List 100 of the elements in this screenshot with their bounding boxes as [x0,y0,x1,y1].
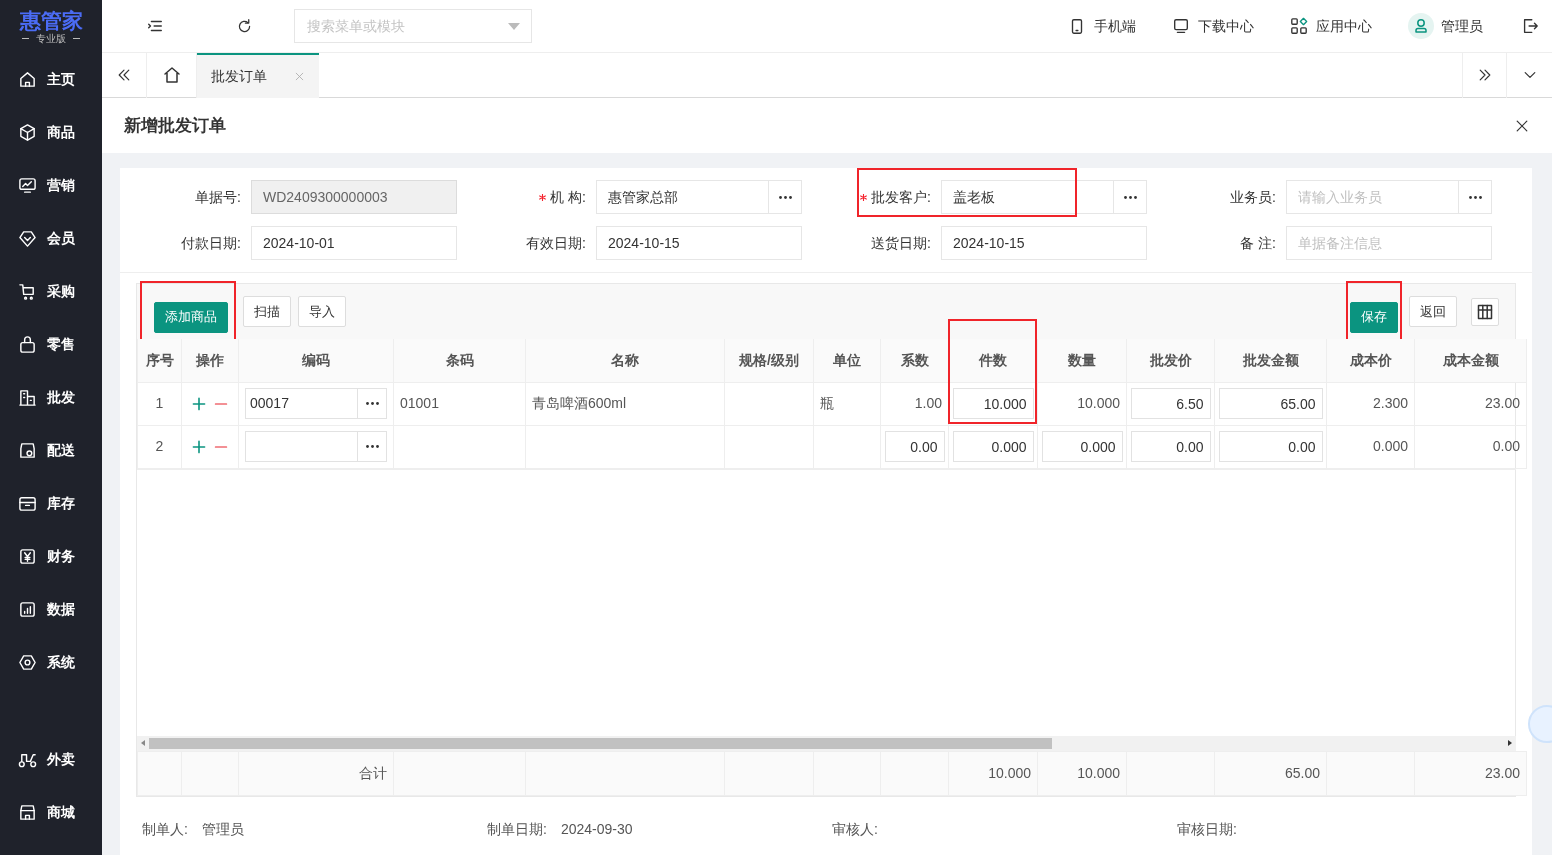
user-avatar-icon [1408,13,1434,39]
sidebar-item[interactable]: 商城 [0,786,102,839]
sidebar-item[interactable]: 系统 [0,636,102,689]
column-header[interactable]: 成本金额 [1414,339,1527,382]
search-field[interactable]: 搜索菜单或模块 [294,9,532,43]
header-link[interactable]: 下载中心 [1172,15,1254,37]
table-cell: 0.00 [1414,425,1527,468]
input-field[interactable]: WD2409300000003 [251,180,457,214]
field-label: 批发客户: [871,187,931,207]
table-cell: 2 [137,425,182,468]
column-header[interactable]: 规格/级别 [724,339,814,382]
input-field[interactable]: 0.000 [952,431,1034,462]
sidebar-item[interactable]: 采购 [0,265,102,318]
shop-icon [18,803,37,822]
ellipsis-icon [1468,195,1482,199]
input-field[interactable] [245,431,358,462]
input-field[interactable]: 0.000 [1041,431,1123,462]
user-name[interactable]: 管理员 [1441,15,1483,37]
ellipsis-icon [365,402,379,405]
sidebar-item[interactable]: 商品 [0,106,102,159]
add-icon[interactable] [191,396,207,413]
column-header[interactable]: 操作 [181,339,239,382]
input-field[interactable]: 惠管家总部 [596,180,769,214]
field-label: 机 构: [550,187,586,207]
column-header[interactable]: 序号 [137,339,182,382]
sidebar-item[interactable]: 零售 [0,318,102,371]
add-icon[interactable] [191,439,207,456]
toolbar-button[interactable]: 扫描 [243,296,291,327]
sidebar-item[interactable]: 配送 [0,424,102,477]
field-label: 付款日期: [181,233,241,253]
ellipsis-icon [1123,195,1137,199]
double-left-icon[interactable] [116,67,132,83]
column-header[interactable]: 数量 [1037,339,1127,382]
header-link[interactable]: 手机端 [1068,15,1136,37]
column-header[interactable]: 名称 [525,339,725,382]
input-field[interactable]: 65.00 [1218,388,1323,419]
column-header[interactable]: 成本价 [1326,339,1415,382]
meta-value: 管理员 [201,819,244,839]
field-label: 备 注: [1240,233,1276,253]
more-button[interactable] [1114,180,1147,214]
field-label: 送货日期: [871,233,931,253]
table-cell: 2.300 [1326,382,1415,425]
sidebar-item[interactable]: 财务 [0,530,102,583]
table-cell: 青岛啤酒600ml [525,382,725,425]
input-field[interactable]: 盖老板 [941,180,1114,214]
cart-icon [18,282,37,301]
column-header[interactable]: 批发价 [1126,339,1215,382]
more-button[interactable] [769,180,802,214]
input-field[interactable]: 0.00 [1218,431,1323,462]
input-field[interactable]: 2024-10-15 [596,226,802,260]
input-field[interactable]: 0.00 [884,431,945,462]
logo-text: 惠管家 [19,8,83,33]
sidebar-item[interactable]: 主页 [0,53,102,106]
input-field[interactable]: 6.50 [1130,388,1211,419]
input-field[interactable]: 2024-10-15 [941,226,1147,260]
input-field[interactable]: 10.000 [952,388,1034,419]
meta-label: 制单日期: [487,819,547,839]
column-header[interactable]: 系数 [880,339,949,382]
column-header[interactable]: 件数 [948,339,1038,382]
sidebar-item[interactable]: 库存 [0,477,102,530]
input-field[interactable]: 单据备注信息 [1286,226,1492,260]
input-field[interactable]: 0.00 [1130,431,1211,462]
input-field[interactable]: 请输入业务员 [1286,180,1459,214]
diamond-icon [18,229,37,248]
columns-button[interactable] [1471,297,1499,326]
input-field[interactable]: 00017 [245,388,358,419]
primary-button[interactable]: 添加商品 [154,301,228,333]
sidebar-item[interactable]: 营销 [0,159,102,212]
page-tab[interactable]: 批发订单 [197,52,319,98]
sidebar-item[interactable]: 批发 [0,371,102,424]
column-header[interactable]: 条码 [393,339,526,382]
logout-icon[interactable] [1521,17,1539,35]
toolbar-button[interactable]: 导入 [298,296,346,327]
more-button[interactable] [1459,180,1492,214]
chart-monitor-icon [18,176,37,195]
table-cell: 0.000 [1326,425,1415,468]
column-header[interactable]: 单位 [813,339,881,382]
primary-button[interactable]: 保存 [1350,301,1398,333]
box-icon [18,494,37,513]
field-label: 业务员: [1230,187,1276,207]
table-cell: 65.00 [1214,751,1327,795]
sidebar-item[interactable]: 会员 [0,212,102,265]
column-header[interactable]: 批发金额 [1214,339,1327,382]
column-header[interactable]: 编码 [238,339,394,382]
more-button[interactable] [358,431,387,462]
table-cell: 瓶 [813,382,881,425]
table-cell: 10.000 [1037,751,1127,795]
header-link[interactable]: 应用中心 [1290,15,1372,37]
table-cell: 23.00 [1414,382,1527,425]
sidebar-item[interactable]: 外卖 [0,733,102,786]
home-icon[interactable] [161,65,182,85]
more-button[interactable] [358,388,387,419]
table-cell: 合计 [238,751,394,795]
scrollbar-thumb[interactable] [149,737,1052,749]
sidebar-item[interactable]: 数据 [0,583,102,636]
table-cell: 10.000 [948,751,1038,795]
monitor-icon [1172,17,1190,35]
toolbar-button[interactable]: 返回 [1409,296,1457,327]
grid-icon [1477,303,1493,320]
input-field[interactable]: 2024-10-01 [251,226,457,260]
